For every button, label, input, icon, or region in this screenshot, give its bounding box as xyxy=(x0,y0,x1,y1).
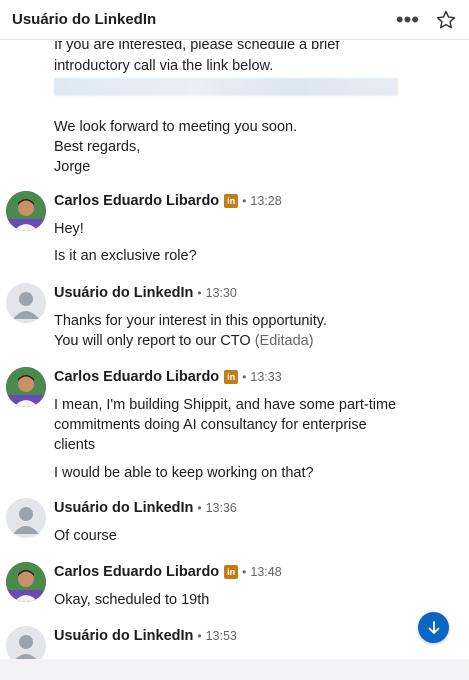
carlos-avatar-image xyxy=(6,367,46,407)
separator-dot: • xyxy=(197,501,202,515)
message-text: Is it an exclusive role? xyxy=(54,248,197,264)
edited-label: (Editada) xyxy=(254,333,314,349)
message-text: Of course xyxy=(54,528,117,544)
sender-name[interactable]: Carlos Eduardo Libardo xyxy=(54,193,219,209)
message-text: commitments doing AI consultancy for ent… xyxy=(54,417,367,433)
sender-name[interactable]: Usuário do LinkedIn xyxy=(54,628,193,644)
message-time: 13:53 xyxy=(205,629,237,643)
default-user-icon xyxy=(6,283,46,323)
message-text: I mean, I'm building Shippit, and have s… xyxy=(54,397,397,413)
avatar[interactable] xyxy=(6,283,46,323)
scroll-to-bottom-button[interactable] xyxy=(418,612,449,643)
linkedin-premium-icon: in xyxy=(224,194,239,208)
linkedin-premium-icon: in xyxy=(224,370,239,384)
message-text: I would be able to keep working on that? xyxy=(54,465,314,481)
separator-dot: • xyxy=(242,565,247,579)
message-text: Okay, scheduled to 19th xyxy=(54,592,210,608)
message-meta: Carlos Eduardo Libardo in • 13:48 xyxy=(54,562,282,582)
message-time: 13:30 xyxy=(205,286,237,300)
carlos-avatar-image xyxy=(6,191,46,231)
more-options-icon[interactable]: ••• xyxy=(396,8,419,31)
conversation-title[interactable]: Usuário do LinkedIn xyxy=(12,11,396,28)
message-text: introductory call via the link below. xyxy=(54,58,274,74)
avatar[interactable] xyxy=(6,191,46,231)
message-meta: Carlos Eduardo Libardo in • 13:33 xyxy=(54,367,282,387)
message-text: clients xyxy=(54,437,96,453)
default-user-icon xyxy=(6,626,46,659)
sender-name[interactable]: Usuário do LinkedIn xyxy=(54,500,193,516)
separator-dot: • xyxy=(242,194,247,208)
message-meta: Usuário do LinkedIn • 13:30 xyxy=(54,283,237,303)
separator-dot: • xyxy=(242,370,247,384)
default-user-icon xyxy=(6,498,46,538)
avatar[interactable] xyxy=(6,562,46,602)
message-text: Best regards, xyxy=(54,139,141,155)
separator-dot: • xyxy=(197,286,202,300)
sender-name[interactable]: Usuário do LinkedIn xyxy=(54,285,193,301)
message-text: Hey! xyxy=(54,221,84,237)
message-thread[interactable]: If you are interested, please schedule a… xyxy=(0,41,469,659)
redacted-link xyxy=(54,78,398,96)
avatar[interactable] xyxy=(6,626,46,659)
message-time: 13:33 xyxy=(250,370,282,384)
message-text: Thanks for your interest in this opportu… xyxy=(54,313,327,329)
message-meta: Carlos Eduardo Libardo in • 13:28 xyxy=(54,191,282,211)
separator-dot: • xyxy=(197,629,202,643)
conversation-header: Usuário do LinkedIn ••• xyxy=(0,0,469,40)
message-time: 13:28 xyxy=(250,194,282,208)
sender-name[interactable]: Carlos Eduardo Libardo xyxy=(54,564,219,580)
composer-area xyxy=(0,659,469,680)
avatar[interactable] xyxy=(6,498,46,538)
message-text-line: You will only report to our CTO xyxy=(54,333,251,349)
star-icon[interactable] xyxy=(435,9,457,31)
message-meta: Usuário do LinkedIn • 13:53 xyxy=(54,626,237,646)
message-text: If you are interested, please schedule a… xyxy=(54,41,340,53)
avatar[interactable] xyxy=(6,367,46,407)
arrow-down-icon xyxy=(428,620,439,634)
message-meta: Usuário do LinkedIn • 13:36 xyxy=(54,498,237,518)
message-text: Jorge xyxy=(54,159,91,175)
sender-name[interactable]: Carlos Eduardo Libardo xyxy=(54,369,219,385)
carlos-avatar-image xyxy=(6,562,46,602)
message-text: We look forward to meeting you soon. xyxy=(54,119,298,135)
message-text: You will only report to our CTO (Editada… xyxy=(54,331,314,351)
message-time: 13:48 xyxy=(250,565,282,579)
linkedin-premium-icon: in xyxy=(224,565,239,579)
message-time: 13:36 xyxy=(205,501,237,515)
